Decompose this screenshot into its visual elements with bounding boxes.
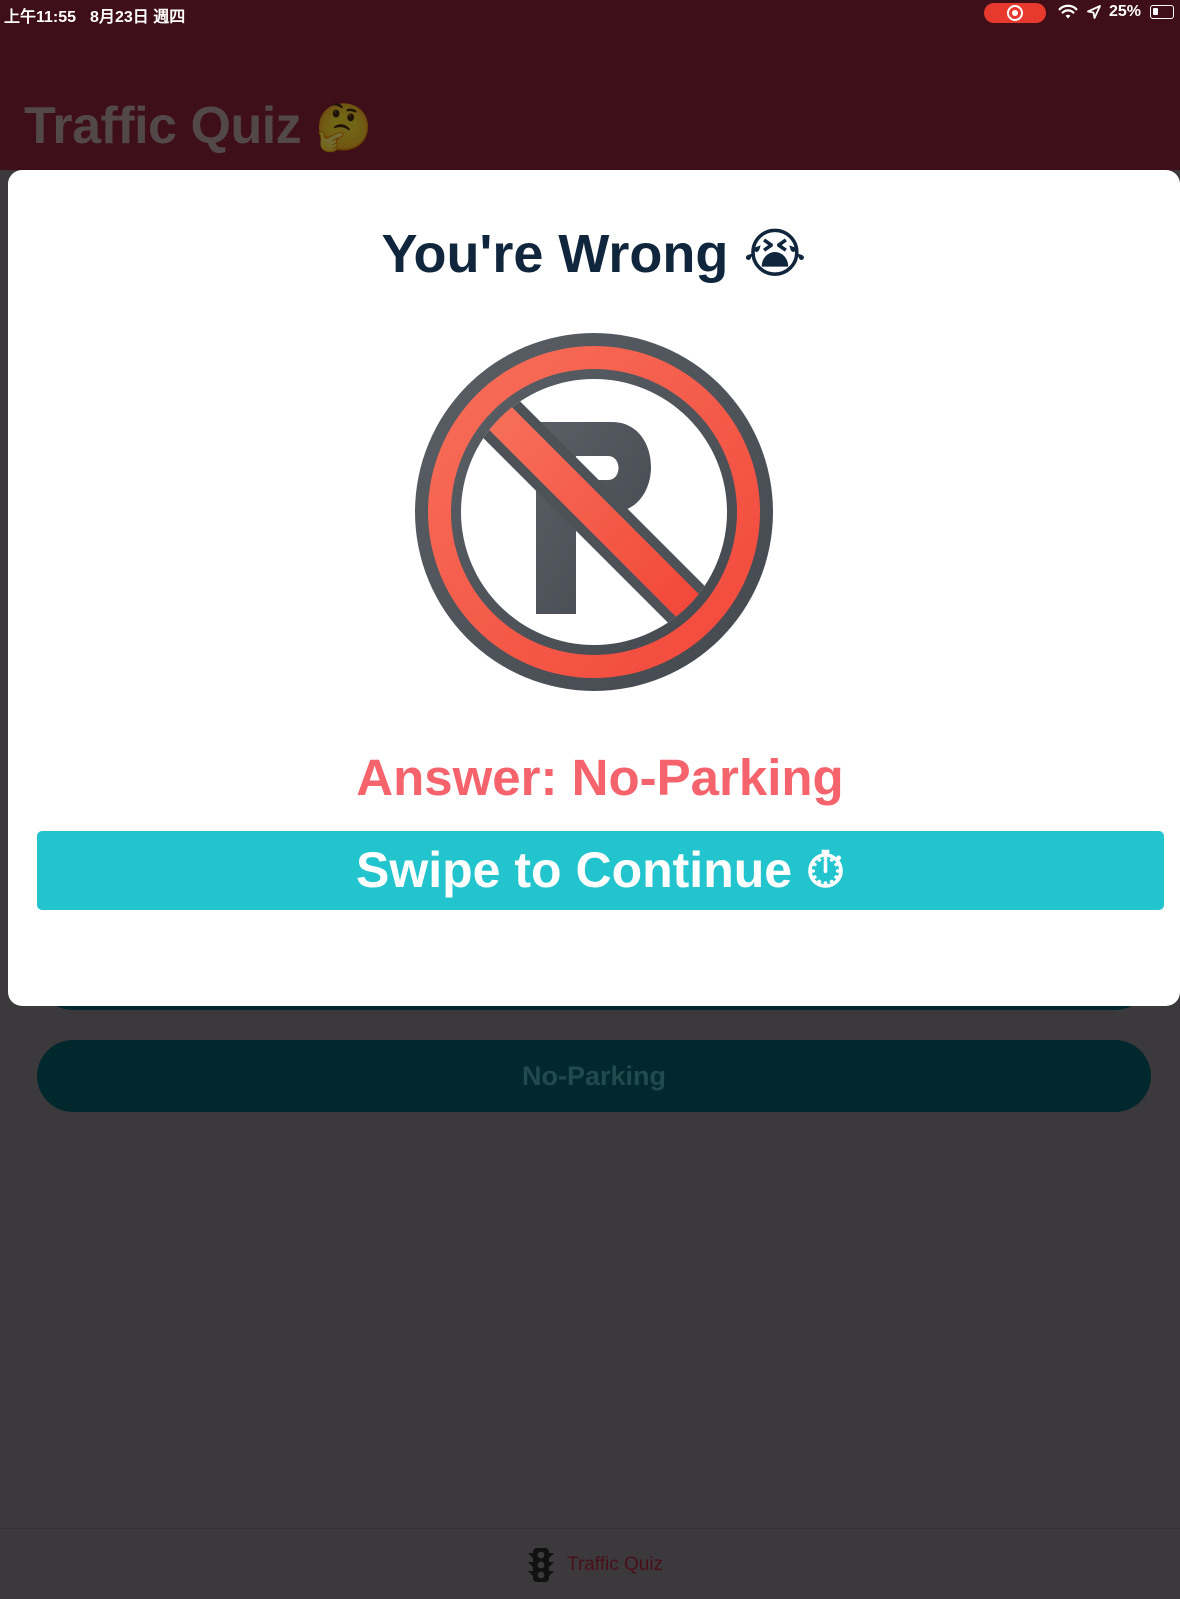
battery-percentage: 25% xyxy=(1109,3,1142,20)
modal-title-text: You're Wrong xyxy=(381,224,729,284)
page-title-text: Traffic Quiz xyxy=(24,97,302,155)
page-title: Traffic Quiz 🤔 xyxy=(24,96,372,156)
status-time: 上午11:55 xyxy=(4,9,77,26)
answer-option-no-parking[interactable]: No-Parking xyxy=(37,1040,1151,1112)
result-modal: You're Wrong 😭 Answer: No-Parking Swipe … xyxy=(8,170,1180,1006)
battery-icon xyxy=(1150,5,1174,19)
traffic-light-icon xyxy=(528,1548,554,1582)
battery-level xyxy=(1153,8,1158,15)
status-bar: 上午11:55 8月23日 週四 25% xyxy=(0,0,1180,26)
wifi-icon xyxy=(1058,4,1078,19)
status-date: 8月23日 週四 xyxy=(90,9,186,26)
modal-title: You're Wrong 😭 xyxy=(8,222,1180,285)
answer-option-label: No-Parking xyxy=(521,1061,667,1091)
continue-button-label: Swipe to Continue xyxy=(356,842,793,898)
crying-face-icon: 😭 xyxy=(743,224,807,284)
status-datetime: 上午11:55 8月23日 週四 xyxy=(4,3,185,27)
location-arrow-icon xyxy=(1087,5,1101,19)
no-parking-sign-icon xyxy=(415,333,773,691)
app-header: 上午11:55 8月23日 週四 25% Traffic Quiz 🤔 xyxy=(0,0,1180,170)
stopwatch-icon: ⏱ xyxy=(806,842,845,898)
thinking-face-icon: 🤔 xyxy=(315,101,372,153)
tab-bar: Traffic Quiz xyxy=(0,1528,1180,1599)
screen-recording-indicator[interactable] xyxy=(984,3,1046,23)
tab-label: Traffic Quiz xyxy=(567,1554,664,1575)
swipe-to-continue-button[interactable]: Swipe to Continue ⏱ xyxy=(37,831,1164,910)
record-icon xyxy=(1007,5,1023,21)
correct-answer-label: Answer: No-Parking xyxy=(356,749,844,806)
